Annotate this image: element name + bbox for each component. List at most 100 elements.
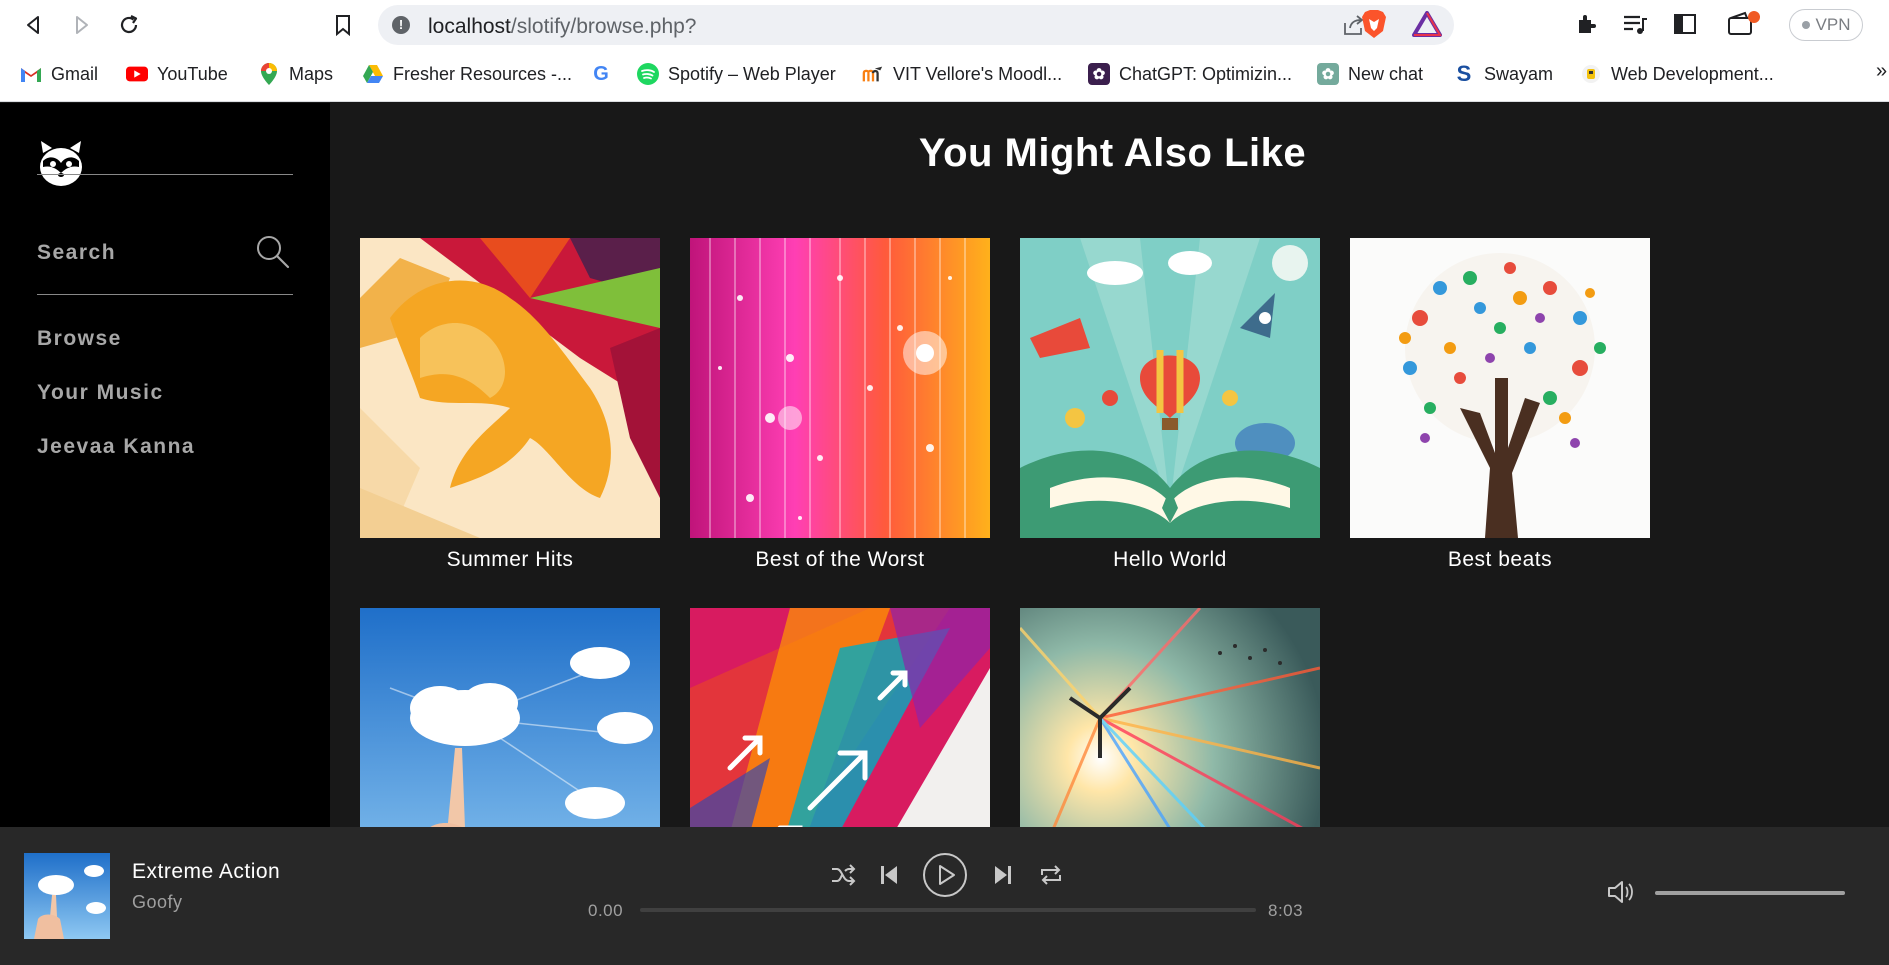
slotify-logo-icon[interactable] — [37, 139, 85, 194]
bookmark-label: ChatGPT: Optimizin... — [1119, 63, 1293, 84]
search-icon[interactable] — [255, 234, 291, 275]
chatgpt-dark-icon: ✿ — [1088, 63, 1110, 85]
bookmark-fresher-resources[interactable]: Fresher Resources -... — [362, 61, 572, 87]
progress-bar[interactable] — [640, 908, 1256, 912]
volume-slider[interactable] — [1655, 891, 1845, 895]
page-title: You Might Also Like — [918, 131, 1307, 175]
album-card-summer-hits[interactable]: Summer Hits — [360, 238, 660, 572]
album-card-best-of-the-worst[interactable]: Best of the Worst — [690, 238, 990, 572]
album-title[interactable]: Hello World — [1020, 548, 1320, 572]
bookmark-maps[interactable]: Maps — [258, 61, 333, 87]
album-artwork[interactable] — [690, 608, 990, 827]
bookmark-gmail[interactable]: Gmail — [20, 61, 98, 87]
bookmark-page-icon[interactable] — [329, 11, 357, 39]
bookmark-new-chat[interactable]: ✿ New chat — [1317, 61, 1423, 87]
chatgpt-icon: ✿ — [1317, 63, 1339, 85]
now-playing-artwork[interactable] — [24, 853, 110, 939]
back-button[interactable] — [20, 11, 48, 39]
site-info-icon[interactable]: ! — [392, 16, 410, 34]
shuffle-button[interactable] — [828, 860, 858, 890]
album-card-hello-world[interactable]: Hello World — [1020, 238, 1320, 572]
sidebar-search-label[interactable]: Search — [37, 241, 116, 265]
bookmark-label: Gmail — [51, 63, 99, 84]
sidebar-divider — [37, 294, 293, 295]
album-card-arrows[interactable] — [690, 608, 990, 827]
playlist-icon[interactable] — [1622, 12, 1648, 41]
now-playing-bar: Extreme Action Goofy 0.00 8:03 — [0, 827, 1889, 965]
play-icon — [923, 853, 967, 897]
youtube-icon — [126, 63, 148, 85]
bookmark-label: VIT Vellore's Moodl... — [893, 63, 1063, 84]
wallet-icon[interactable] — [1727, 10, 1761, 43]
bookmark-label: Maps — [289, 63, 334, 84]
moodle-icon — [862, 63, 884, 85]
bookmark-label: Spotify – Web Player — [668, 63, 836, 84]
bookmark-youtube[interactable]: YouTube — [126, 61, 228, 87]
repeat-icon — [1041, 865, 1061, 885]
sidebar-item-your-music[interactable]: Your Music — [37, 381, 164, 405]
browse-main: You Might Also Like Summer Hits Best of … — [330, 103, 1889, 827]
bookmark-spotify[interactable]: Spotify – Web Player — [637, 61, 836, 87]
track-artist[interactable]: Goofy — [132, 892, 183, 913]
volume-fill — [1655, 891, 1845, 895]
album-artwork[interactable] — [1020, 608, 1320, 827]
next-button[interactable] — [988, 860, 1018, 890]
brave-rewards-icon[interactable] — [1412, 11, 1442, 42]
bookmark-google[interactable]: G — [590, 61, 612, 87]
bookmark-vit-moodle[interactable]: VIT Vellore's Moodl... — [862, 61, 1062, 87]
album-artwork[interactable] — [360, 608, 660, 827]
bookmark-label: Web Development... — [1611, 63, 1774, 84]
bookmark-label: New chat — [1348, 63, 1424, 84]
drive-icon — [362, 63, 384, 85]
bookmark-web-development[interactable]: Web Development... — [1580, 61, 1774, 87]
bookmark-label: Swayam — [1484, 63, 1554, 84]
sidebar-item-browse[interactable]: Browse — [37, 327, 122, 351]
swayam-icon: S — [1456, 61, 1472, 86]
play-button[interactable] — [922, 852, 968, 898]
album-title[interactable]: Best of the Worst — [690, 548, 990, 572]
bookmark-label: YouTube — [157, 63, 228, 84]
url-text[interactable]: localhost/slotify/browse.php? — [428, 15, 697, 39]
previous-icon — [881, 866, 897, 884]
album-card-best-beats[interactable]: Best beats — [1350, 238, 1650, 572]
bookmarks-bar: Gmail YouTube Maps Fresher Resources -..… — [0, 50, 1889, 102]
album-artwork[interactable] — [1350, 238, 1650, 538]
previous-button[interactable] — [874, 860, 904, 890]
sidebar-divider — [37, 174, 293, 175]
bookmark-label: Fresher Resources -... — [393, 63, 573, 84]
address-bar[interactable]: ! localhost/slotify/browse.php? — [378, 5, 1454, 45]
bookmark-chatgpt-optimizing[interactable]: ✿ ChatGPT: Optimizin... — [1088, 61, 1292, 87]
album-artwork[interactable] — [690, 238, 990, 538]
track-title[interactable]: Extreme Action — [132, 860, 280, 884]
sidebar-nav: Search Browse Your Music Jeevaa Kanna — [0, 103, 330, 827]
forward-button[interactable] — [67, 11, 95, 39]
reload-button[interactable] — [115, 11, 143, 39]
current-time: 0.00 — [588, 901, 624, 920]
shuffle-icon — [832, 864, 856, 886]
repeat-button[interactable] — [1036, 860, 1066, 890]
album-card-burst[interactable] — [1020, 608, 1320, 827]
vpn-button[interactable]: VPN — [1789, 9, 1863, 41]
album-title[interactable]: Best beats — [1350, 548, 1650, 572]
web-dev-icon — [1580, 63, 1602, 85]
more-bookmarks-button[interactable]: » — [1876, 60, 1887, 83]
next-icon — [995, 866, 1011, 884]
bookmark-swayam[interactable]: S Swayam — [1453, 61, 1553, 87]
album-title[interactable]: Summer Hits — [360, 548, 660, 572]
gmail-icon — [20, 63, 42, 85]
album-card-cloud[interactable] — [360, 608, 660, 827]
sidebar-item-profile[interactable]: Jeevaa Kanna — [37, 435, 195, 459]
browser-toolbar: ! localhost/slotify/browse.php? VPN — [0, 0, 1889, 50]
album-artwork[interactable] — [1020, 238, 1320, 538]
album-artwork[interactable] — [360, 238, 660, 538]
brave-shields-icon[interactable] — [1361, 9, 1387, 44]
vpn-status-icon — [1801, 21, 1810, 29]
url-path: /slotify/browse.php? — [510, 15, 697, 38]
maps-icon — [258, 63, 280, 85]
spotify-icon — [637, 63, 659, 85]
vpn-label: VPN — [1815, 15, 1851, 34]
url-host: localhost — [428, 15, 511, 38]
volume-icon[interactable] — [1606, 877, 1636, 912]
extensions-icon[interactable] — [1575, 12, 1599, 41]
sidebar-toggle-icon[interactable] — [1673, 12, 1697, 41]
